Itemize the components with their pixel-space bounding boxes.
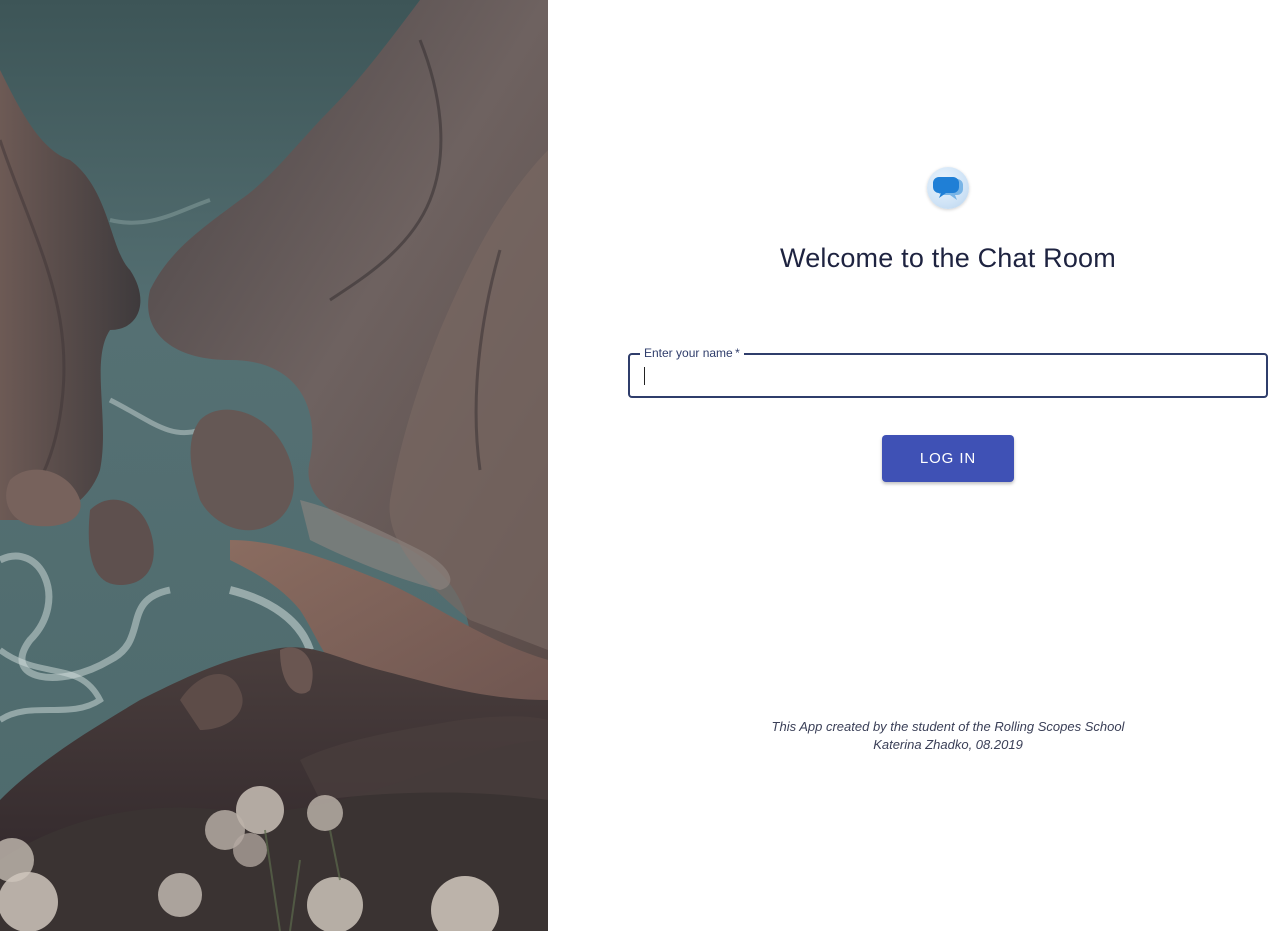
required-marker: * — [735, 346, 740, 360]
login-page: Welcome to the Chat Room Enter your name… — [0, 0, 1279, 931]
footer-credits: This App created by the student of the R… — [548, 718, 1279, 754]
chat-bubbles-icon — [927, 167, 969, 209]
name-field[interactable]: Enter your name * — [628, 346, 1268, 398]
login-panel: Welcome to the Chat Room Enter your name… — [548, 0, 1279, 931]
footer-line-1: This App created by the student of the R… — [771, 719, 1125, 734]
footer-line-2: Katerina Zhadko, 08.2019 — [873, 737, 1023, 752]
hero-photo — [0, 0, 548, 931]
text-caret — [644, 367, 645, 385]
name-field-label-text: Enter your name — [644, 346, 733, 360]
name-field-label: Enter your name * — [640, 346, 744, 360]
name-input[interactable] — [644, 361, 1244, 389]
page-title: Welcome to the Chat Room — [780, 243, 1116, 273]
login-button[interactable]: LOG IN — [882, 435, 1014, 482]
